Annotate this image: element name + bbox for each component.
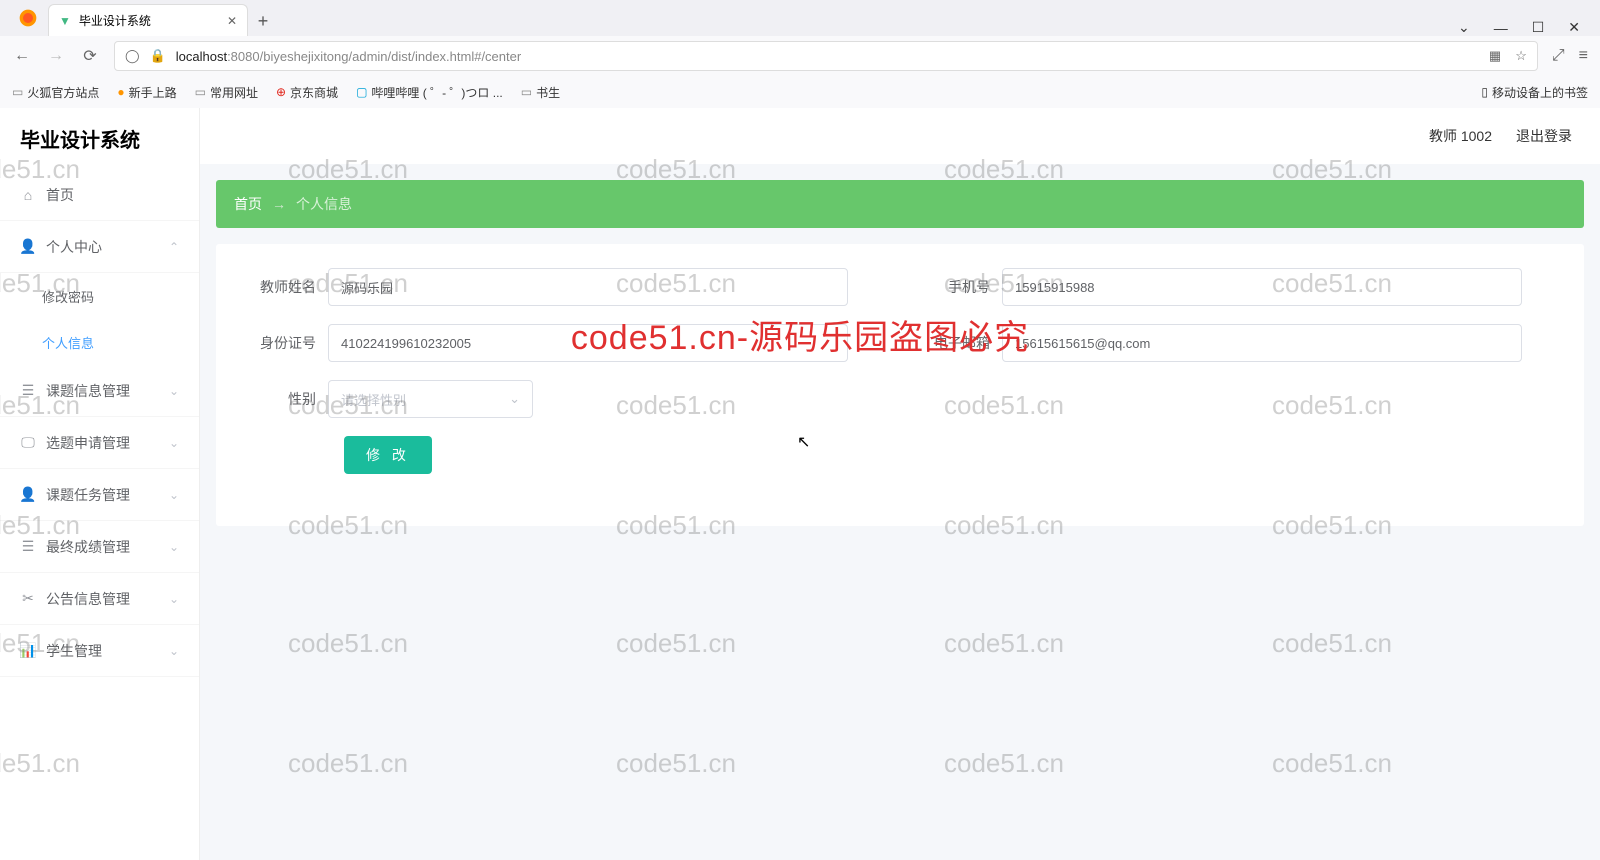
gender-select[interactable]: 请选择性别 ⌄ xyxy=(328,380,533,418)
mobile-bookmarks[interactable]: ▯移动设备上的书签 xyxy=(1481,84,1588,101)
user-icon: 👤 xyxy=(20,487,36,503)
user-icon: 👤 xyxy=(20,239,36,255)
firefox-small-icon: ● xyxy=(117,85,124,99)
shield-icon[interactable]: ◯ xyxy=(125,48,140,64)
close-window-icon[interactable]: ✕ xyxy=(1568,19,1580,36)
label-idcard: 身份证号 xyxy=(246,333,316,353)
window-controls: ⌄ — ☐ ✕ xyxy=(1458,19,1600,36)
tab-bar: ▼ 毕业设计系统 ✕ + ⌄ — ☐ ✕ xyxy=(0,0,1600,36)
logout-button[interactable]: 退出登录 xyxy=(1516,126,1572,146)
sidebar-item-topic-info[interactable]: ☰ 课题信息管理 ⌄ xyxy=(0,365,199,417)
sidebar-item-final-score[interactable]: ☰ 最终成绩管理 ⌄ xyxy=(0,521,199,573)
sidebar-item-home[interactable]: ⌂ 首页 xyxy=(0,169,199,221)
list-icon: ☰ xyxy=(20,383,36,399)
jd-icon: ⊕ xyxy=(276,85,286,99)
chevron-down-icon: ⌄ xyxy=(169,592,179,606)
url-bar[interactable]: ◯ 🔒 localhost:8080/biyeshejixitong/admin… xyxy=(114,41,1538,71)
chevron-down-icon: ⌄ xyxy=(169,488,179,502)
reload-button[interactable]: ⟳ xyxy=(80,46,100,66)
email-input[interactable] xyxy=(1002,324,1522,362)
app-title: 毕业设计系统 xyxy=(0,108,199,169)
home-icon: ⌂ xyxy=(20,187,36,203)
minimize-icon[interactable]: — xyxy=(1494,20,1508,36)
monitor-icon: 🖵 xyxy=(20,435,36,451)
breadcrumb: 首页 → 个人信息 xyxy=(216,180,1584,228)
folder-icon: ▭ xyxy=(12,85,23,99)
bookmark-item[interactable]: ▢哔哩哔哩 ( ゜- ゜)つロ ... xyxy=(356,84,503,101)
breadcrumb-current: 个人信息 xyxy=(296,194,352,214)
chevron-down-icon: ⌄ xyxy=(169,644,179,658)
lock-icon[interactable]: 🔒 xyxy=(150,48,166,64)
teacher-name-input[interactable] xyxy=(328,268,848,306)
idcard-input[interactable] xyxy=(328,324,848,362)
menu-icon[interactable]: ≡ xyxy=(1579,47,1588,65)
vue-icon: ▼ xyxy=(59,14,71,28)
folder-icon: ▭ xyxy=(195,85,206,99)
submit-button[interactable]: 修 改 xyxy=(344,436,432,474)
sidebar-item-notice[interactable]: ✂ 公告信息管理 ⌄ xyxy=(0,573,199,625)
megaphone-icon: ✂ xyxy=(20,591,36,607)
breadcrumb-home[interactable]: 首页 xyxy=(234,194,262,214)
chevron-up-icon: ⌃ xyxy=(169,240,179,254)
sidebar: 毕业设计系统 ⌂ 首页 👤 个人中心 ⌃ 修改密码 个人信息 ☰ 课题信息管理 … xyxy=(0,108,200,860)
browser-tab[interactable]: ▼ 毕业设计系统 ✕ xyxy=(48,4,248,36)
arrow-icon: → xyxy=(272,196,286,212)
tab-title: 毕业设计系统 xyxy=(79,12,151,29)
forward-button[interactable]: → xyxy=(46,47,66,65)
chevron-down-icon: ⌄ xyxy=(509,391,520,407)
chart-icon: 📊 xyxy=(20,643,36,659)
label-phone: 手机号 xyxy=(920,277,990,297)
profile-form: 教师姓名 手机号 身份证号 电子邮箱 xyxy=(216,244,1584,526)
user-label[interactable]: 教师 1002 xyxy=(1429,126,1492,146)
bookmark-item[interactable]: ▭火狐官方站点 xyxy=(12,84,99,101)
bookmark-item[interactable]: ●新手上路 xyxy=(117,84,176,101)
new-tab-button[interactable]: + xyxy=(248,6,278,36)
phone-input[interactable] xyxy=(1002,268,1522,306)
qr-icon[interactable]: ▦ xyxy=(1489,48,1501,64)
sidebar-subitem-change-password[interactable]: 修改密码 xyxy=(0,273,199,319)
bookmarks-bar: ▭火狐官方站点 ●新手上路 ▭常用网址 ⊕京东商城 ▢哔哩哔哩 ( ゜- ゜)つ… xyxy=(0,76,1600,108)
sidebar-item-personal[interactable]: 👤 个人中心 ⌃ xyxy=(0,221,199,273)
label-email: 电子邮箱 xyxy=(920,333,990,353)
main-content: 教师 1002 退出登录 首页 → 个人信息 教师姓名 手机号 xyxy=(200,108,1600,860)
sidebar-item-student[interactable]: 📊 学生管理 ⌄ xyxy=(0,625,199,677)
sidebar-item-topic-apply[interactable]: 🖵 选题申请管理 ⌄ xyxy=(0,417,199,469)
mobile-icon: ▯ xyxy=(1481,85,1488,99)
topbar: 教师 1002 退出登录 xyxy=(200,108,1600,164)
maximize-icon[interactable]: ☐ xyxy=(1532,19,1545,36)
sidebar-item-topic-task[interactable]: 👤 课题任务管理 ⌄ xyxy=(0,469,199,521)
sidebar-subitem-profile[interactable]: 个人信息 xyxy=(0,319,199,365)
bookmark-item[interactable]: ▭常用网址 xyxy=(195,84,258,101)
bookmark-item[interactable]: ▭书生 xyxy=(521,84,560,101)
dropdown-icon[interactable]: ⌄ xyxy=(1458,19,1470,36)
bilibili-icon: ▢ xyxy=(356,85,367,99)
star-icon[interactable]: ☆ xyxy=(1515,48,1527,64)
back-button[interactable]: ← xyxy=(12,47,32,65)
close-icon[interactable]: ✕ xyxy=(227,14,237,28)
chevron-down-icon: ⌄ xyxy=(169,540,179,554)
list-icon: ☰ xyxy=(20,539,36,555)
url-text: localhost:8080/biyeshejixitong/admin/dis… xyxy=(176,49,521,64)
bookmark-item[interactable]: ⊕京东商城 xyxy=(276,84,338,101)
label-gender: 性别 xyxy=(246,389,316,409)
chevron-down-icon: ⌄ xyxy=(169,384,179,398)
firefox-logo-icon xyxy=(14,4,42,32)
nav-bar: ← → ⟳ ◯ 🔒 localhost:8080/biyeshejixitong… xyxy=(0,36,1600,76)
extensions-icon[interactable]: ⤢ xyxy=(1552,47,1565,65)
label-teacher-name: 教师姓名 xyxy=(246,277,316,297)
folder-icon: ▭ xyxy=(521,85,532,99)
gender-placeholder: 请选择性别 xyxy=(341,390,406,409)
chevron-down-icon: ⌄ xyxy=(169,436,179,450)
